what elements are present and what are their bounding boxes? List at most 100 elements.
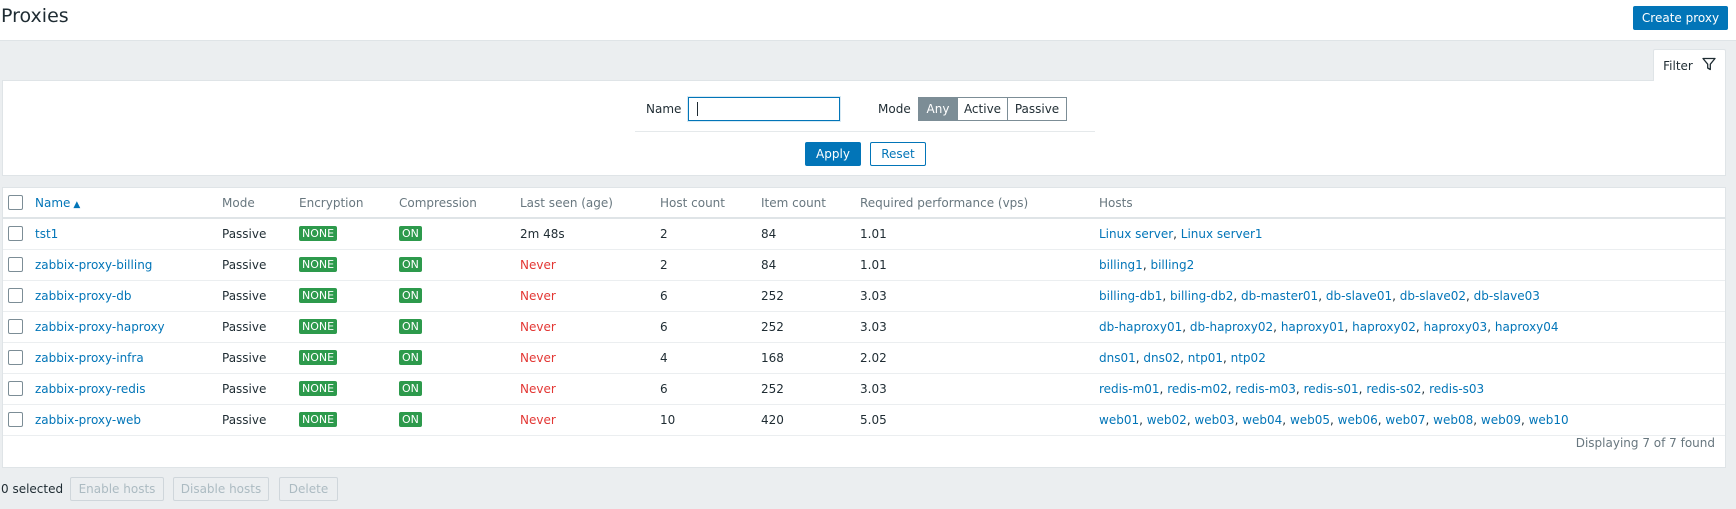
column-label[interactable]: Name	[35, 196, 70, 210]
table-row: zabbix-proxy-db Passive NONE ON Never 6 252 3.0…	[3, 280, 1725, 312]
host-link[interactable]: db-slave01	[1326, 289, 1392, 303]
enable-hosts-button[interactable]: Enable hosts	[70, 477, 164, 501]
disable-hosts-button[interactable]: Disable hosts	[173, 477, 269, 501]
reset-button[interactable]: Reset	[870, 142, 926, 166]
host-count-cell: 6	[660, 373, 761, 405]
hosts-cell: billing-db1, billing-db2, db-master01, d…	[1099, 280, 1725, 312]
host-count-cell: 2	[660, 218, 761, 250]
host-link[interactable]: dns02	[1143, 351, 1180, 365]
compression-badge: ON	[399, 381, 422, 396]
filter-tab[interactable]: Filter	[1653, 49, 1726, 81]
proxy-name-cell: zabbix-proxy-db	[35, 280, 222, 312]
required-performance-cell: 3.03	[860, 280, 1099, 312]
proxy-name-link[interactable]: zabbix-proxy-infra	[35, 351, 144, 365]
create-proxy-button[interactable]: Create proxy	[1633, 6, 1728, 30]
proxy-name-link[interactable]: zabbix-proxy-redis	[35, 382, 146, 396]
host-link[interactable]: Linux server1	[1181, 227, 1263, 241]
host-link[interactable]: web03	[1194, 413, 1234, 427]
row-select-cell	[3, 311, 35, 343]
host-link[interactable]: billing1	[1099, 258, 1143, 272]
hosts-cell: Linux server, Linux server1	[1099, 218, 1725, 250]
host-link[interactable]: redis-m02	[1167, 382, 1228, 396]
required-performance-cell: 2.02	[860, 342, 1099, 374]
row-select-cell	[3, 404, 35, 436]
host-link[interactable]: web08	[1433, 413, 1473, 427]
host-link[interactable]: redis-m01	[1099, 382, 1160, 396]
host-link[interactable]: dns01	[1099, 351, 1136, 365]
mode-option-active[interactable]: Active	[957, 97, 1008, 121]
row-checkbox[interactable]	[8, 257, 23, 272]
mode-cell: Passive	[222, 373, 299, 405]
row-checkbox[interactable]	[8, 381, 23, 396]
proxy-name-link[interactable]: zabbix-proxy-web	[35, 413, 141, 427]
host-link[interactable]: Linux server	[1099, 227, 1173, 241]
host-link[interactable]: db-slave03	[1474, 289, 1540, 303]
proxies-table-panel: Name ▲ Mode Encryption Compression Last seen …	[2, 187, 1726, 468]
host-link[interactable]: billing2	[1150, 258, 1194, 272]
host-link[interactable]: web10	[1529, 413, 1569, 427]
host-link[interactable]: haproxy04	[1495, 320, 1559, 334]
host-link[interactable]: web07	[1385, 413, 1425, 427]
host-separator: ,	[1162, 288, 1171, 303]
name-filter-input[interactable]	[688, 97, 840, 121]
host-link[interactable]: web01	[1099, 413, 1139, 427]
encryption-badge: NONE	[299, 257, 338, 272]
host-link[interactable]: redis-s02	[1366, 382, 1421, 396]
mode-option-passive[interactable]: Passive	[1007, 97, 1067, 121]
proxy-name-link[interactable]: tst1	[35, 227, 58, 241]
host-link[interactable]: db-slave02	[1400, 289, 1466, 303]
host-link[interactable]: redis-m03	[1235, 382, 1296, 396]
hosts-cell: db-haproxy01, db-haproxy02, haproxy01, h…	[1099, 311, 1725, 343]
hosts-cell: web01, web02, web03, web04, web05, web06…	[1099, 404, 1725, 436]
host-separator: ,	[1173, 226, 1181, 241]
encryption-badge: NONE	[299, 381, 338, 396]
host-link[interactable]: billing-db1	[1099, 289, 1162, 303]
host-separator: ,	[1273, 319, 1281, 334]
host-separator: ,	[1392, 288, 1400, 303]
host-link[interactable]: ntp01	[1188, 351, 1223, 365]
item-count-cell: 84	[761, 249, 860, 281]
item-count-cell: 84	[761, 218, 860, 250]
host-separator: ,	[1425, 412, 1434, 427]
column-label: Compression	[399, 195, 477, 210]
host-link[interactable]: redis-s03	[1429, 382, 1484, 396]
select-all-checkbox[interactable]	[8, 195, 23, 210]
host-link[interactable]: web06	[1338, 413, 1378, 427]
page-title: Proxies	[1, 5, 69, 27]
mode-option-any[interactable]: Any	[918, 97, 958, 121]
host-separator: ,	[1520, 412, 1529, 427]
host-link[interactable]: haproxy02	[1352, 320, 1416, 334]
row-checkbox[interactable]	[8, 226, 23, 242]
apply-button[interactable]: Apply	[805, 142, 861, 166]
row-checkbox[interactable]	[8, 319, 23, 334]
row-checkbox[interactable]	[8, 288, 23, 303]
proxy-name-link[interactable]: zabbix-proxy-billing	[35, 258, 152, 272]
host-link[interactable]: db-haproxy01	[1099, 320, 1182, 334]
host-link[interactable]: web04	[1242, 413, 1282, 427]
host-link[interactable]: web02	[1147, 413, 1187, 427]
table-row: zabbix-proxy-web Passive NONE ON Never 10 420 5…	[3, 404, 1725, 436]
host-link[interactable]: haproxy03	[1424, 320, 1488, 334]
row-checkbox[interactable]	[8, 412, 23, 427]
host-separator: ,	[1180, 350, 1188, 365]
item-count-cell: 252	[761, 280, 860, 312]
column-header-item-count: Item count	[761, 188, 860, 219]
row-checkbox[interactable]	[8, 350, 23, 365]
delete-button[interactable]: Delete	[279, 477, 338, 501]
proxy-name-cell: zabbix-proxy-billing	[35, 249, 222, 281]
proxy-name-link[interactable]: zabbix-proxy-haproxy	[35, 320, 165, 334]
host-link[interactable]: ntp02	[1231, 351, 1266, 365]
host-link[interactable]: db-haproxy02	[1190, 320, 1273, 334]
host-link[interactable]: haproxy01	[1281, 320, 1345, 334]
funnel-icon	[1702, 57, 1716, 74]
column-label: Encryption	[299, 195, 364, 210]
result-count: Displaying 7 of 7 found	[1575, 436, 1715, 450]
host-link[interactable]: redis-s01	[1304, 382, 1359, 396]
host-link[interactable]: web09	[1481, 413, 1521, 427]
host-count-cell: 10	[660, 404, 761, 436]
host-link[interactable]: db-master01	[1241, 289, 1318, 303]
proxy-name-link[interactable]: zabbix-proxy-db	[35, 289, 131, 303]
table-body: tst1 Passive NONE ON 2m 48s 2 84 1.01 Linux serv…	[3, 218, 1725, 436]
host-link[interactable]: web05	[1290, 413, 1330, 427]
host-link[interactable]: billing-db2	[1170, 289, 1233, 303]
